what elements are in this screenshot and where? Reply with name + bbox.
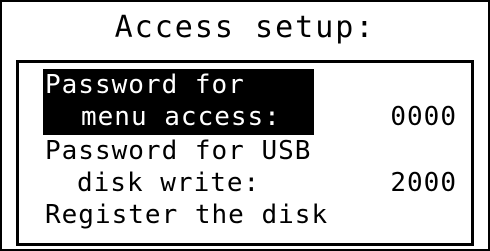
menu-item-label-line1: Password for — [45, 70, 245, 100]
menu-item-usb-write-password[interactable]: Password for USB disk write: 2000 — [19, 135, 471, 199]
menu-item-value: 0000 — [390, 102, 457, 132]
access-menu: Password for menu access: 0000 Password … — [16, 60, 474, 246]
menu-item-menu-access-password[interactable]: Password for menu access: 0000 — [19, 63, 471, 137]
lcd-screen: Access setup: Password for menu access: … — [0, 0, 490, 251]
menu-item-label-line1: Register the disk — [45, 200, 329, 230]
menu-item-label-line2: menu access: — [81, 102, 281, 132]
screen-title: Access setup: — [114, 10, 376, 45]
menu-item-label-line1: Password for USB — [45, 136, 312, 166]
menu-item-register-disk[interactable]: Register the disk — [19, 199, 471, 231]
menu-item-value: 2000 — [390, 168, 457, 198]
menu-item-label-line2: disk write: — [77, 168, 261, 198]
